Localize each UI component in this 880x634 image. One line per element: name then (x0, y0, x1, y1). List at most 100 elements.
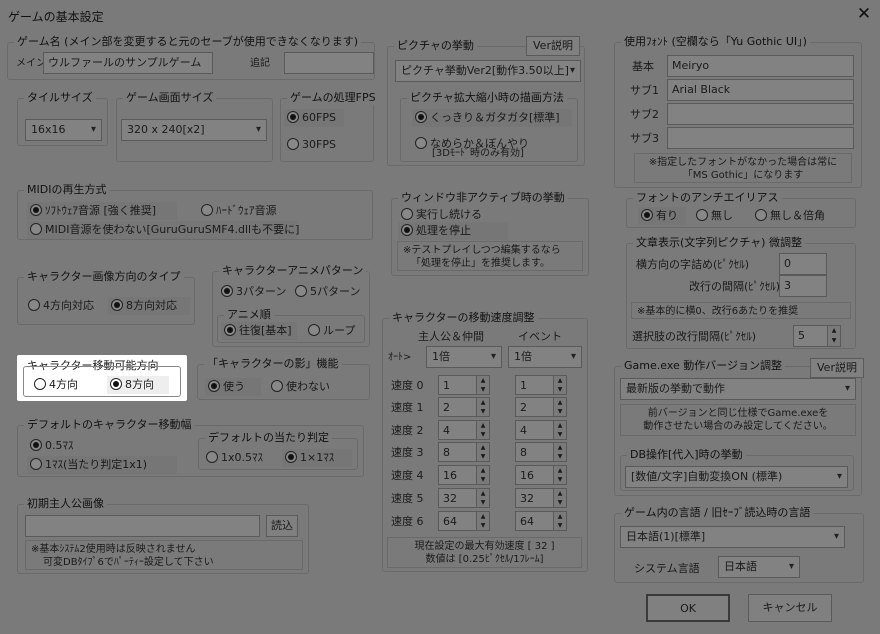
speed-col-hero: 主人公＆仲間 (418, 330, 484, 343)
font-sub3-input[interactable] (667, 127, 854, 149)
close-icon[interactable]: ✕ (852, 4, 876, 24)
font-sub1-input[interactable]: Arial Black (667, 79, 854, 101)
spin-arrows-icon[interactable]: ▲ ▼ (476, 512, 489, 530)
speed-event-stepper[interactable]: 2 ▲ ▼ (515, 397, 567, 417)
system-language-select[interactable]: 日本語 ▾ (718, 556, 800, 578)
exe-version-note-2: 動作させたい場合のみ設定してください。 (643, 421, 833, 432)
char-dir-4-radio[interactable]: 4方向対応 (25, 297, 101, 315)
window-title: ゲームの基本設定 (8, 10, 104, 24)
char-dir-8-radio[interactable]: 8方向対応 (108, 297, 190, 315)
picture-behavior-select[interactable]: ピクチャ挙動Ver2[動作3.50以上] ▾ (395, 60, 581, 82)
midi-none-radio[interactable]: MIDI音源を使わない[GuruGuruSMF4.dllも不要に] (27, 221, 299, 239)
spin-arrows-icon[interactable]: ▲ ▼ (553, 466, 566, 484)
spin-arrows-icon[interactable]: ▲ ▼ (553, 512, 566, 530)
spin-arrows-icon[interactable]: ▲ ▼ (476, 376, 489, 394)
exe-version-select[interactable]: 最新版の挙動で動作 ▾ (620, 378, 856, 400)
anim-order-loop-radio[interactable]: ループ (305, 322, 363, 340)
radio-icon (30, 223, 42, 235)
move-dir-4-radio[interactable]: 4方向 (31, 376, 93, 394)
antialias-on-radio[interactable]: 有り (638, 207, 686, 225)
move-width-half-radio[interactable]: 0.5ﾏｽ (27, 437, 97, 455)
cancel-button[interactable]: キャンセル (748, 594, 832, 622)
char-anim-5-radio[interactable]: 5パターン (292, 283, 364, 301)
choice-spacing-stepper[interactable]: 5 ▲ ▼ (793, 325, 841, 347)
speed-hero-stepper[interactable]: 4 ▲ ▼ (438, 420, 490, 440)
speed-hero-stepper[interactable]: 64 ▲ ▼ (438, 511, 490, 531)
font-main-input[interactable]: Meiryo (667, 55, 854, 77)
spin-arrows-icon[interactable]: ▲ ▼ (827, 326, 840, 346)
tile-size-select[interactable]: 16x16 ▾ (25, 119, 102, 141)
picture-behavior-value: ピクチャ挙動Ver2[動作3.50以上] (401, 64, 569, 77)
shadow-none-radio[interactable]: 使わない (268, 378, 340, 396)
text-spacing-input[interactable]: 0 (779, 253, 827, 275)
spin-arrows-icon[interactable]: ▲ ▼ (553, 489, 566, 507)
move-dir-8-radio[interactable]: 8方向 (107, 376, 169, 394)
midi-hardware-radio[interactable]: ﾊｰﾄﾞｳｪｱ音源 (198, 202, 298, 220)
hero-image-input[interactable] (25, 515, 260, 537)
speed-hero-stepper[interactable]: 16 ▲ ▼ (438, 465, 490, 485)
antialias-off-radio[interactable]: 無し (693, 207, 747, 225)
speed-event-stepper[interactable]: 64 ▲ ▼ (515, 511, 567, 531)
speed-auto-event-value: 1倍 (514, 350, 532, 363)
speed-event-stepper[interactable]: 1 ▲ ▼ (515, 375, 567, 395)
speed-event-stepper[interactable]: 16 ▲ ▼ (515, 465, 567, 485)
picture-scale-sharp-radio[interactable]: くっきり＆ガタガタ[標準] (412, 109, 572, 127)
speed-auto-event-select[interactable]: 1倍 ▾ (508, 346, 582, 368)
game-name-extra-label: 追記 (250, 58, 270, 69)
font-sub1-label: サブ1 (630, 84, 659, 97)
speed-event-value: 2 (520, 401, 527, 414)
spin-arrows-icon[interactable]: ▲ ▼ (553, 421, 566, 439)
game-name-main-label: メイン (16, 58, 46, 69)
speed-hero-stepper[interactable]: 8 ▲ ▼ (438, 442, 490, 462)
speed-event-stepper[interactable]: 8 ▲ ▼ (515, 442, 567, 462)
spin-arrows-icon[interactable]: ▲ ▼ (553, 376, 566, 394)
spin-arrows-icon[interactable]: ▲ ▼ (476, 398, 489, 416)
speed-hero-stepper[interactable]: 1 ▲ ▼ (438, 375, 490, 395)
move-width-half-label: 0.5ﾏｽ (45, 439, 74, 452)
hit-full-radio[interactable]: 1×1ﾏｽ (282, 449, 352, 467)
spin-arrows-icon[interactable]: ▲ ▼ (476, 443, 489, 461)
fps-60-radio[interactable]: 60FPS (284, 109, 344, 127)
fps-30-radio[interactable]: 30FPS (284, 136, 344, 154)
midi-software-radio[interactable]: ｿﾌﾄｳｪｱ音源 [強く推奨] (27, 202, 177, 220)
screen-size-select[interactable]: 320 x 240[x2] ▾ (121, 119, 267, 141)
picture-help-button[interactable]: Ver説明 (526, 36, 580, 56)
radio-icon (401, 208, 413, 220)
db-select[interactable]: [数値/文字]自動変換ON (標準) ▾ (625, 466, 848, 488)
spin-arrows-icon[interactable]: ▲ ▼ (553, 443, 566, 461)
exe-version-help-button[interactable]: Ver説明 (810, 358, 864, 378)
hero-image-load-button[interactable]: 読込 (266, 515, 298, 537)
anim-order-roundtrip-radio[interactable]: 往復[基本] (221, 322, 297, 340)
shadow-caption: 「キャラクターの影」機能 (204, 357, 342, 371)
spin-arrows-icon[interactable]: ▲ ▼ (476, 421, 489, 439)
fps-60-label: 60FPS (302, 111, 336, 124)
shadow-use-radio[interactable]: 使う (205, 378, 261, 396)
speed-auto-hero-select[interactable]: 1倍 ▾ (426, 346, 502, 368)
spin-arrows-icon[interactable]: ▲ ▼ (476, 466, 489, 484)
inactive-note-2: 「処理を停止」を推奨します。 (411, 258, 550, 269)
speed-event-stepper[interactable]: 32 ▲ ▼ (515, 488, 567, 508)
inactive-stop-radio[interactable]: 処理を停止 (398, 222, 508, 240)
spin-arrows-icon[interactable]: ▲ ▼ (476, 489, 489, 507)
hit-half-radio[interactable]: 1x0.5ﾏｽ (203, 449, 275, 467)
language-select[interactable]: 日本語(1)[標準] ▾ (620, 526, 845, 548)
speed-event-value: 16 (520, 469, 534, 482)
move-width-caption: デフォルトのキャラクター移動幅 (24, 418, 195, 432)
hero-image-note-2: 可変DBﾀｲﾌﾟ6でﾊﾟｰﾃｨｰ設定して下さい (43, 557, 214, 568)
radio-icon (30, 439, 42, 451)
text-line-input[interactable]: 3 (779, 275, 827, 297)
speed-hero-value: 16 (443, 469, 457, 482)
char-anim-3-radio[interactable]: 3パターン (218, 283, 288, 301)
speed-event-stepper[interactable]: 4 ▲ ▼ (515, 420, 567, 440)
speed-hero-stepper[interactable]: 32 ▲ ▼ (438, 488, 490, 508)
spin-arrows-icon[interactable]: ▲ ▼ (553, 398, 566, 416)
title-bar (0, 0, 880, 30)
game-name-main-input[interactable]: ウルファールのサンプルゲーム (43, 52, 213, 74)
chevron-down-icon: ▾ (569, 65, 575, 76)
speed-hero-stepper[interactable]: 2 ▲ ▼ (438, 397, 490, 417)
ok-button[interactable]: OK (646, 594, 730, 622)
move-width-full-radio[interactable]: 1ﾏｽ(当たり判定1x1) (27, 456, 177, 474)
game-name-extra-input[interactable] (284, 52, 374, 74)
font-sub2-input[interactable] (667, 103, 854, 125)
antialias-double-radio[interactable]: 無し＆倍角 (752, 207, 842, 225)
